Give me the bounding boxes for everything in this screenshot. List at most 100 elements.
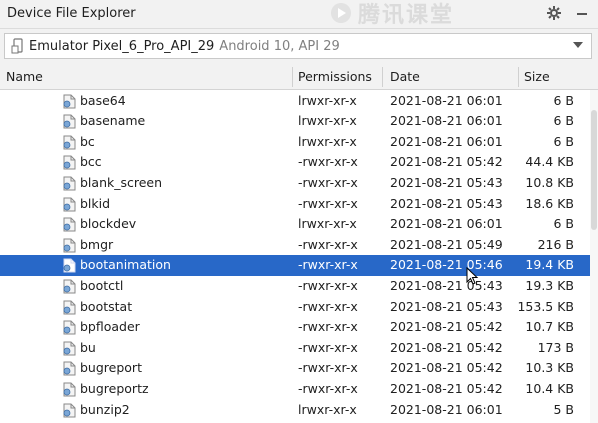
file-row[interactable]: bunzip2 lrwxr-xr-x 2021-08-21 06:01 5 B — [0, 400, 598, 421]
column-divider[interactable] — [292, 67, 293, 87]
vertical-scrollbar[interactable] — [590, 90, 598, 423]
file-row[interactable]: bc lrwxr-xr-x 2021-08-21 06:01 6 B — [0, 132, 598, 153]
file-permissions: -rwxr-xr-x — [298, 298, 358, 314]
file-name: bugreport — [80, 360, 142, 376]
file-name: blank_screen — [80, 174, 163, 190]
title-bar: Device File Explorer 腾讯课堂 — [0, 0, 598, 28]
file-row[interactable]: base64 lrwxr-xr-x 2021-08-21 06:01 6 B — [0, 91, 598, 112]
file-link-icon — [63, 94, 76, 108]
file-row[interactable]: bootctl -rwxr-xr-x 2021-08-21 05:43 19.3 KB — [0, 276, 598, 297]
file-size: 5 B — [553, 401, 574, 417]
file-row[interactable]: blkid -rwxr-xr-x 2021-08-21 05:43 18.6 KB — [0, 194, 598, 215]
file-link-icon — [63, 320, 76, 335]
minimize-icon[interactable] — [574, 5, 590, 21]
file-row[interactable]: bpfloader -rwxr-xr-x 2021-08-21 05:42 10.7 … — [0, 317, 598, 338]
file-size: 10.7 KB — [525, 319, 574, 335]
file-permissions: lrwxr-xr-x — [298, 401, 357, 417]
file-link-icon — [63, 341, 76, 356]
file-permissions: -rwxr-xr-x — [298, 339, 358, 355]
file-link-icon — [63, 217, 76, 232]
file-date: 2021-08-21 06:01 — [390, 92, 503, 108]
column-date[interactable]: Date — [390, 65, 420, 89]
watermark-text: 腾讯课堂 — [358, 3, 455, 28]
watermark-logo: 腾讯课堂 — [330, 0, 455, 28]
file-row[interactable]: blockdev lrwxr-xr-x 2021-08-21 06:01 6 B — [0, 214, 598, 235]
file-row[interactable]: bootstat -rwxr-xr-x 2021-08-21 05:43 153.5 … — [0, 297, 598, 318]
file-name: bpfloader — [80, 319, 140, 335]
file-permissions: lrwxr-xr-x — [298, 92, 357, 108]
column-permissions[interactable]: Permissions — [298, 65, 372, 89]
file-name: bootstat — [80, 298, 133, 314]
file-row[interactable]: bcc -rwxr-xr-x 2021-08-21 05:42 44.4 KB — [0, 152, 598, 173]
file-row[interactable]: bugreportz -rwxr-xr-x 2021-08-21 05:42 10.4… — [0, 379, 598, 400]
file-link-icon — [63, 114, 76, 129]
file-date: 2021-08-21 06:01 — [390, 216, 503, 232]
file-link-icon — [63, 197, 76, 211]
column-divider[interactable] — [518, 67, 519, 87]
file-link-icon — [63, 300, 76, 314]
file-date: 2021-08-21 05:43 — [390, 195, 503, 211]
file-size: 44.4 KB — [525, 154, 574, 170]
file-row[interactable]: basename lrwxr-xr-x 2021-08-21 06:01 6 B — [0, 111, 598, 132]
column-name[interactable]: Name — [6, 65, 43, 89]
file-name: bootctl — [80, 277, 124, 293]
file-date: 2021-08-21 05:46 — [390, 257, 503, 273]
file-date: 2021-08-21 05:43 — [390, 174, 503, 190]
file-size: 18.6 KB — [525, 195, 574, 211]
file-row[interactable]: bu -rwxr-xr-x 2021-08-21 05:42 173 B — [0, 338, 598, 359]
file-permissions: lrwxr-xr-x — [298, 133, 357, 149]
scrollbar-thumb[interactable] — [591, 110, 597, 230]
file-date: 2021-08-21 05:42 — [390, 339, 503, 355]
file-name: bcc — [80, 154, 102, 170]
file-name: basename — [80, 113, 146, 129]
file-size: 19.4 KB — [525, 257, 574, 273]
file-permissions: -rwxr-xr-x — [298, 277, 358, 293]
gear-icon[interactable] — [546, 5, 562, 21]
file-date: 2021-08-21 06:01 — [390, 133, 503, 149]
file-link-icon — [63, 279, 76, 294]
device-api: Android 10, API 29 — [219, 38, 340, 54]
file-permissions: -rwxr-xr-x — [298, 236, 358, 252]
file-name: bugreportz — [80, 380, 149, 396]
file-list[interactable]: base64 lrwxr-xr-x 2021-08-21 06:01 6 B basen… — [0, 90, 598, 423]
mouse-cursor-icon — [466, 267, 479, 285]
file-row[interactable]: bugreport -rwxr-xr-x 2021-08-21 05:42 10.3 … — [0, 358, 598, 379]
file-date: 2021-08-21 05:42 — [390, 154, 503, 170]
file-size: 10.4 KB — [525, 380, 574, 396]
file-name: bu — [80, 339, 96, 355]
file-name: bunzip2 — [80, 401, 130, 417]
file-name: bc — [80, 133, 95, 149]
file-link-icon — [63, 238, 76, 253]
chevron-down-icon[interactable] — [573, 42, 583, 48]
file-date: 2021-08-21 05:42 — [390, 360, 503, 376]
window-title: Device File Explorer — [7, 6, 136, 21]
file-permissions: -rwxr-xr-x — [298, 319, 358, 335]
file-permissions: -rwxr-xr-x — [298, 154, 358, 170]
file-link-icon — [63, 135, 76, 150]
file-permissions: -rwxr-xr-x — [298, 174, 358, 190]
file-link-icon — [63, 361, 76, 376]
file-size: 6 B — [553, 92, 574, 108]
file-date: 2021-08-21 05:43 — [390, 298, 503, 314]
file-date: 2021-08-21 06:01 — [390, 113, 503, 129]
file-permissions: -rwxr-xr-x — [298, 380, 358, 396]
file-link-icon — [63, 258, 76, 273]
file-row[interactable]: bmgr -rwxr-xr-x 2021-08-21 05:49 216 B — [0, 235, 598, 256]
file-date: 2021-08-21 05:42 — [390, 319, 503, 335]
file-size: 216 B — [537, 236, 574, 252]
file-name: bootanimation — [80, 257, 171, 273]
file-link-icon — [63, 382, 76, 397]
device-dropdown[interactable]: Emulator Pixel_6_Pro_API_29 Android 10, … — [4, 33, 592, 59]
file-permissions: -rwxr-xr-x — [298, 360, 358, 376]
column-size[interactable]: Size — [524, 65, 550, 89]
file-size: 6 B — [553, 113, 574, 129]
file-name: base64 — [80, 92, 126, 108]
file-row[interactable]: bootanimation -rwxr-xr-x 2021-08-21 05:46 1… — [0, 255, 598, 276]
file-link-icon — [63, 155, 76, 170]
file-size: 173 B — [537, 339, 574, 355]
column-divider[interactable] — [382, 67, 383, 87]
file-name: blockdev — [80, 216, 137, 232]
file-row[interactable]: blank_screen -rwxr-xr-x 2021-08-21 05:43 10… — [0, 173, 598, 194]
file-size: 6 B — [553, 133, 574, 149]
file-size: 6 B — [553, 216, 574, 232]
